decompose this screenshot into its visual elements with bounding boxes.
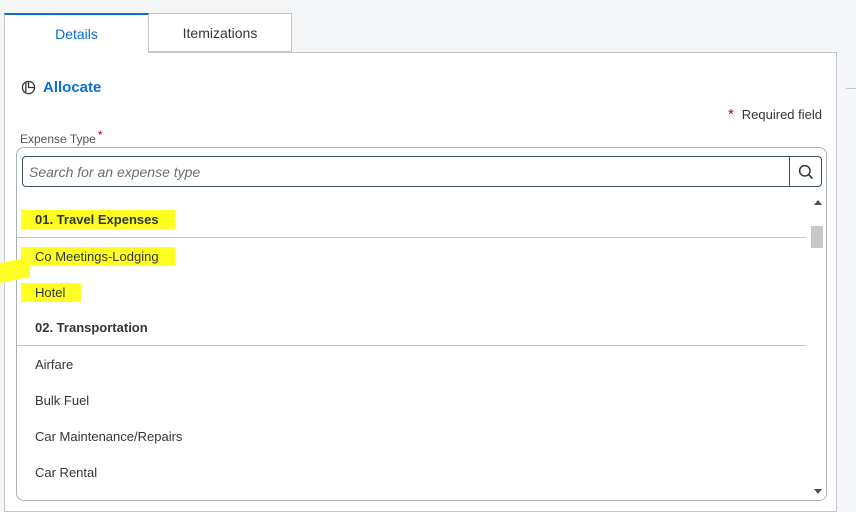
list-scrollbar[interactable] — [809, 194, 826, 500]
scroll-down-button[interactable] — [809, 484, 826, 500]
item-label: Car Maintenance/Repairs — [35, 428, 183, 444]
pie-chart-icon — [21, 80, 36, 95]
tab-details[interactable]: Details — [4, 13, 149, 53]
group-label: 02. Transportation — [35, 320, 148, 335]
list-item[interactable]: Car Maintenance/Repairs — [17, 418, 806, 454]
item-label: Bulk Fuel — [35, 392, 90, 408]
search-button[interactable] — [790, 157, 821, 186]
triangle-down-icon — [813, 489, 822, 494]
expense-type-label: Expense Type * — [20, 128, 103, 146]
tab-details-label: Details — [55, 26, 98, 42]
expense-type-search — [22, 156, 822, 187]
list-group-header: 02. Transportation — [17, 310, 806, 346]
item-label: Airfare — [35, 356, 74, 372]
item-label: Co Meetings-Lodging — [21, 246, 175, 266]
list-item[interactable]: Airfare — [17, 346, 806, 382]
tab-itemizations[interactable]: Itemizations — [148, 13, 292, 52]
required-star: * — [727, 106, 734, 123]
required-field-label: Required field — [741, 107, 822, 122]
tab-itemizations-label: Itemizations — [182, 24, 258, 41]
divider — [846, 88, 856, 89]
list-item[interactable]: Car Rental — [17, 454, 806, 490]
required-field-note: * Required field — [728, 106, 822, 123]
list-item[interactable]: Bulk Fuel — [17, 382, 806, 418]
expense-type-label-text: Expense Type — [20, 132, 96, 146]
list-group-header: 01. Travel Expenses — [17, 202, 806, 238]
search-icon — [798, 164, 813, 179]
allocate-label: Allocate — [43, 79, 102, 96]
list-item[interactable]: Co Meetings-Lodging — [17, 238, 806, 274]
scrollbar-thumb[interactable] — [811, 226, 823, 248]
list-item[interactable]: Hotel — [17, 274, 806, 310]
item-label: Car Rental — [35, 464, 98, 480]
scroll-up-button[interactable] — [809, 194, 826, 210]
expense-type-required-star: * — [97, 128, 103, 142]
allocate-button[interactable]: Allocate — [21, 79, 101, 96]
group-label: 01. Travel Expenses — [21, 210, 175, 229]
expense-type-search-input[interactable] — [23, 157, 789, 186]
triangle-up-icon — [813, 200, 822, 205]
expense-type-dropdown: 01. Travel Expenses Co Meetings-Lodging … — [16, 147, 827, 501]
expense-type-list: 01. Travel Expenses Co Meetings-Lodging … — [17, 202, 806, 490]
details-panel: Allocate *Required field Expense Type* 0… — [4, 52, 837, 512]
item-label: Hotel — [21, 282, 82, 302]
